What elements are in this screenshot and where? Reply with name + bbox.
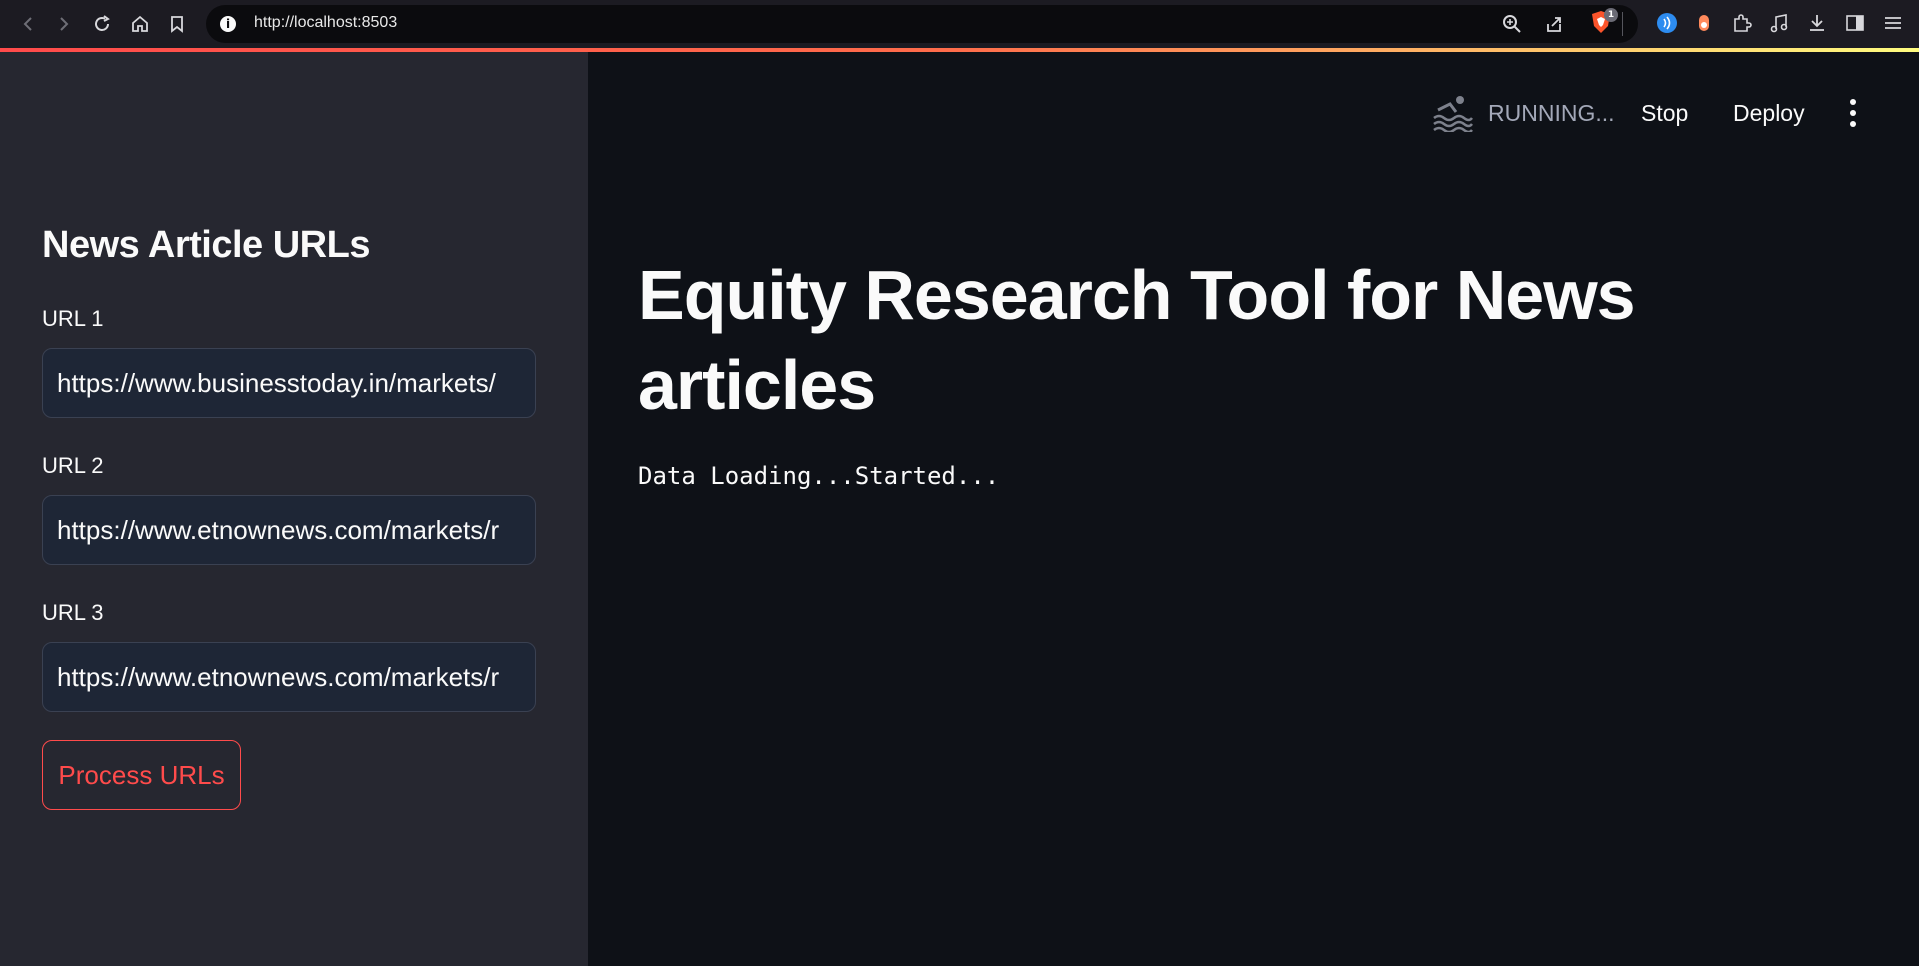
back-icon[interactable] xyxy=(14,10,42,38)
url-2-input[interactable]: https://www.etnownews.com/markets/r xyxy=(42,495,536,565)
process-urls-button[interactable]: Process URLs xyxy=(42,740,241,810)
url-1-label: URL 1 xyxy=(42,306,104,331)
download-icon[interactable] xyxy=(1806,12,1828,34)
browser-menu-icon[interactable] xyxy=(1882,12,1904,34)
sidebar: News Article URLs URL 1 https://www.busi… xyxy=(0,52,588,966)
url-3-input[interactable]: https://www.etnownews.com/markets/r xyxy=(42,642,536,712)
sidebar-title: News Article URLs xyxy=(42,224,370,266)
url-3-label: URL 3 xyxy=(42,600,104,625)
forward-icon[interactable] xyxy=(50,10,78,38)
extension-record-icon[interactable] xyxy=(1693,12,1715,34)
deploy-button[interactable]: Deploy xyxy=(1733,100,1805,127)
share-icon[interactable] xyxy=(1544,14,1564,34)
site-info-icon[interactable]: i xyxy=(220,16,236,32)
running-status: RUNNING... xyxy=(1488,100,1615,126)
browser-toolbar: i http://localhost:8503 1 xyxy=(0,0,1919,48)
sidebar-toggle-icon[interactable] xyxy=(1844,12,1866,34)
main-menu-icon[interactable] xyxy=(1848,97,1858,129)
bookmark-icon[interactable] xyxy=(163,10,191,38)
toolbar-divider xyxy=(1622,12,1623,36)
url-2-label: URL 2 xyxy=(42,453,104,478)
stop-button[interactable]: Stop xyxy=(1641,100,1688,127)
running-swimmer-icon xyxy=(1433,96,1473,132)
address-bar[interactable]: i http://localhost:8503 xyxy=(206,5,1638,43)
home-icon[interactable] xyxy=(126,10,154,38)
zoom-icon[interactable] xyxy=(1502,14,1522,34)
extensions-puzzle-icon[interactable] xyxy=(1731,12,1753,34)
media-music-icon[interactable] xyxy=(1768,12,1790,34)
loading-status-text: Data Loading...Started... xyxy=(638,462,1000,490)
url-1-input[interactable]: https://www.businesstoday.in/markets/ xyxy=(42,348,536,418)
page-title: Equity Research Tool for News articles xyxy=(638,256,1636,424)
reload-icon[interactable] xyxy=(88,10,116,38)
extension-audio-icon[interactable] xyxy=(1656,12,1678,34)
shield-count-badge: 1 xyxy=(1604,8,1618,22)
url-text[interactable]: http://localhost:8503 xyxy=(254,14,397,32)
